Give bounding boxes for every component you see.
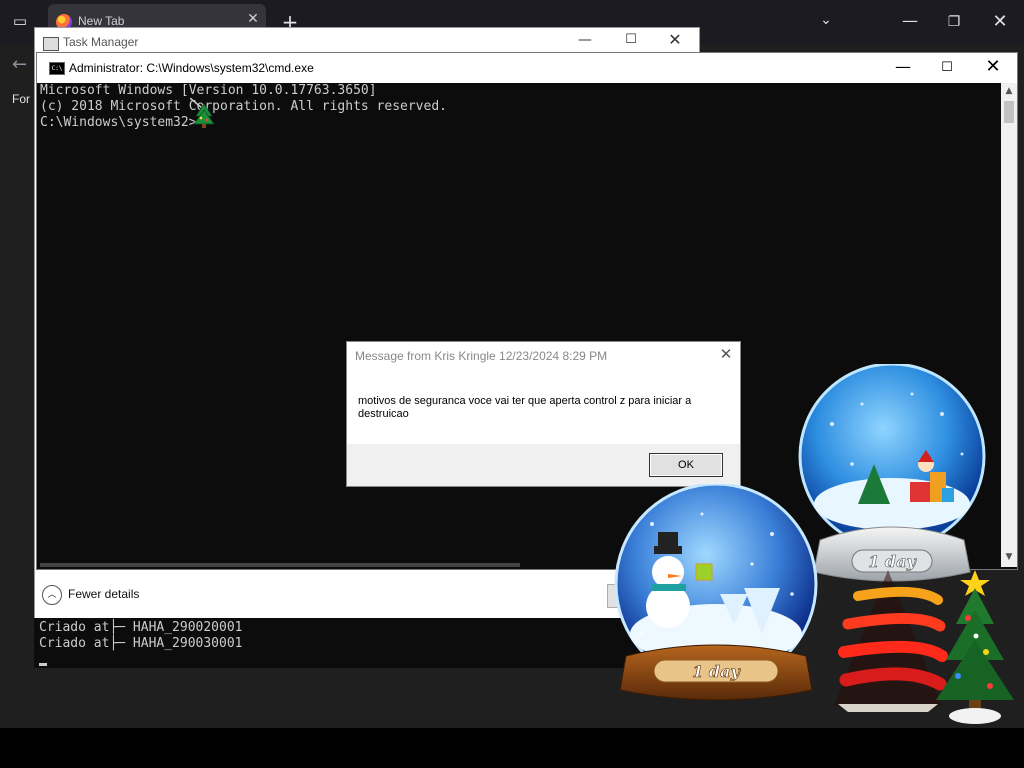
console-prompt: C:\Windows\system32> — [40, 115, 197, 130]
maximize-icon[interactable]: ☐ — [937, 57, 957, 79]
scroll-up-icon[interactable]: ▲ — [1001, 83, 1017, 99]
close-icon[interactable]: ✕ — [983, 56, 1003, 78]
console-line: Criado at├─ HAHA_290020001 — [39, 620, 243, 635]
task-manager-footer: ︿ Fewer details — [35, 568, 699, 618]
scrollbar-thumb[interactable] — [1004, 101, 1014, 123]
christmas-tree-decoration — [936, 570, 1014, 724]
sidebar-icon[interactable]: ▭ — [10, 12, 30, 32]
maximize-icon[interactable]: ❐ — [940, 8, 968, 36]
browser-content-text: For — [12, 92, 30, 106]
fewer-details-link[interactable]: Fewer details — [68, 587, 139, 601]
close-icon[interactable]: ✕ — [986, 8, 1014, 36]
maximize-icon[interactable]: ☐ — [621, 32, 641, 50]
cmd-icon: C:\ — [49, 62, 65, 75]
back-arrow-icon[interactable]: ← — [12, 54, 32, 75]
snowman-globe-decoration: 1 day — [614, 484, 818, 701]
close-icon[interactable]: ✕ — [244, 10, 262, 28]
message-dialog[interactable]: Message from Kris Kringle 12/23/2024 8:2… — [346, 341, 741, 487]
minimize-icon[interactable]: — — [575, 32, 595, 50]
task-manager-icon — [43, 37, 59, 51]
minimize-icon[interactable]: — — [893, 57, 913, 79]
dialog-footer: OK — [347, 444, 740, 486]
chevron-up-icon[interactable]: ︿ — [42, 585, 62, 605]
console-output: Criado at├─ HAHA_290020001 Criado at├─ HA… — [39, 620, 243, 652]
tab-title: New Tab — [78, 14, 125, 28]
chevron-down-icon[interactable]: ⌄ — [816, 12, 836, 32]
dialog-message: motivos de seguranca voce vai ter que ap… — [358, 395, 692, 420]
text-cursor — [39, 663, 47, 666]
close-icon[interactable]: ✕ — [717, 345, 735, 363]
minimize-icon[interactable]: — — [896, 8, 924, 36]
vertical-scrollbar[interactable]: ▲ ▼ — [1001, 83, 1017, 567]
close-icon[interactable]: ✕ — [665, 30, 685, 50]
globe-day-label: 1 day — [692, 662, 741, 681]
dialog-title: Message from Kris Kringle 12/23/2024 8:2… — [355, 349, 608, 363]
window-title: Administrator: C:\Windows\system32\cmd.e… — [69, 61, 314, 75]
console-line: (c) 2018 Microsoft Corporation. All righ… — [40, 99, 447, 114]
christmas-tree-cursor-icon — [190, 98, 215, 128]
console-line: Criado at├─ HAHA_290030001 — [39, 636, 243, 651]
snow-globe-decoration: 1 day — [798, 364, 986, 582]
horizontal-scrollbar[interactable] — [40, 563, 520, 567]
background-console: Criado at├─ HAHA_290020001 Criado at├─ HA… — [34, 618, 654, 668]
scroll-down-icon[interactable]: ▼ — [1001, 549, 1017, 565]
console-line: Microsoft Windows [Version 10.0.17763.36… — [40, 83, 377, 98]
cmd-title-bar: C:\ Administrator: C:\Windows\system32\c… — [37, 53, 1017, 83]
window-title: Task Manager — [63, 35, 139, 49]
ok-button[interactable]: OK — [649, 453, 723, 477]
